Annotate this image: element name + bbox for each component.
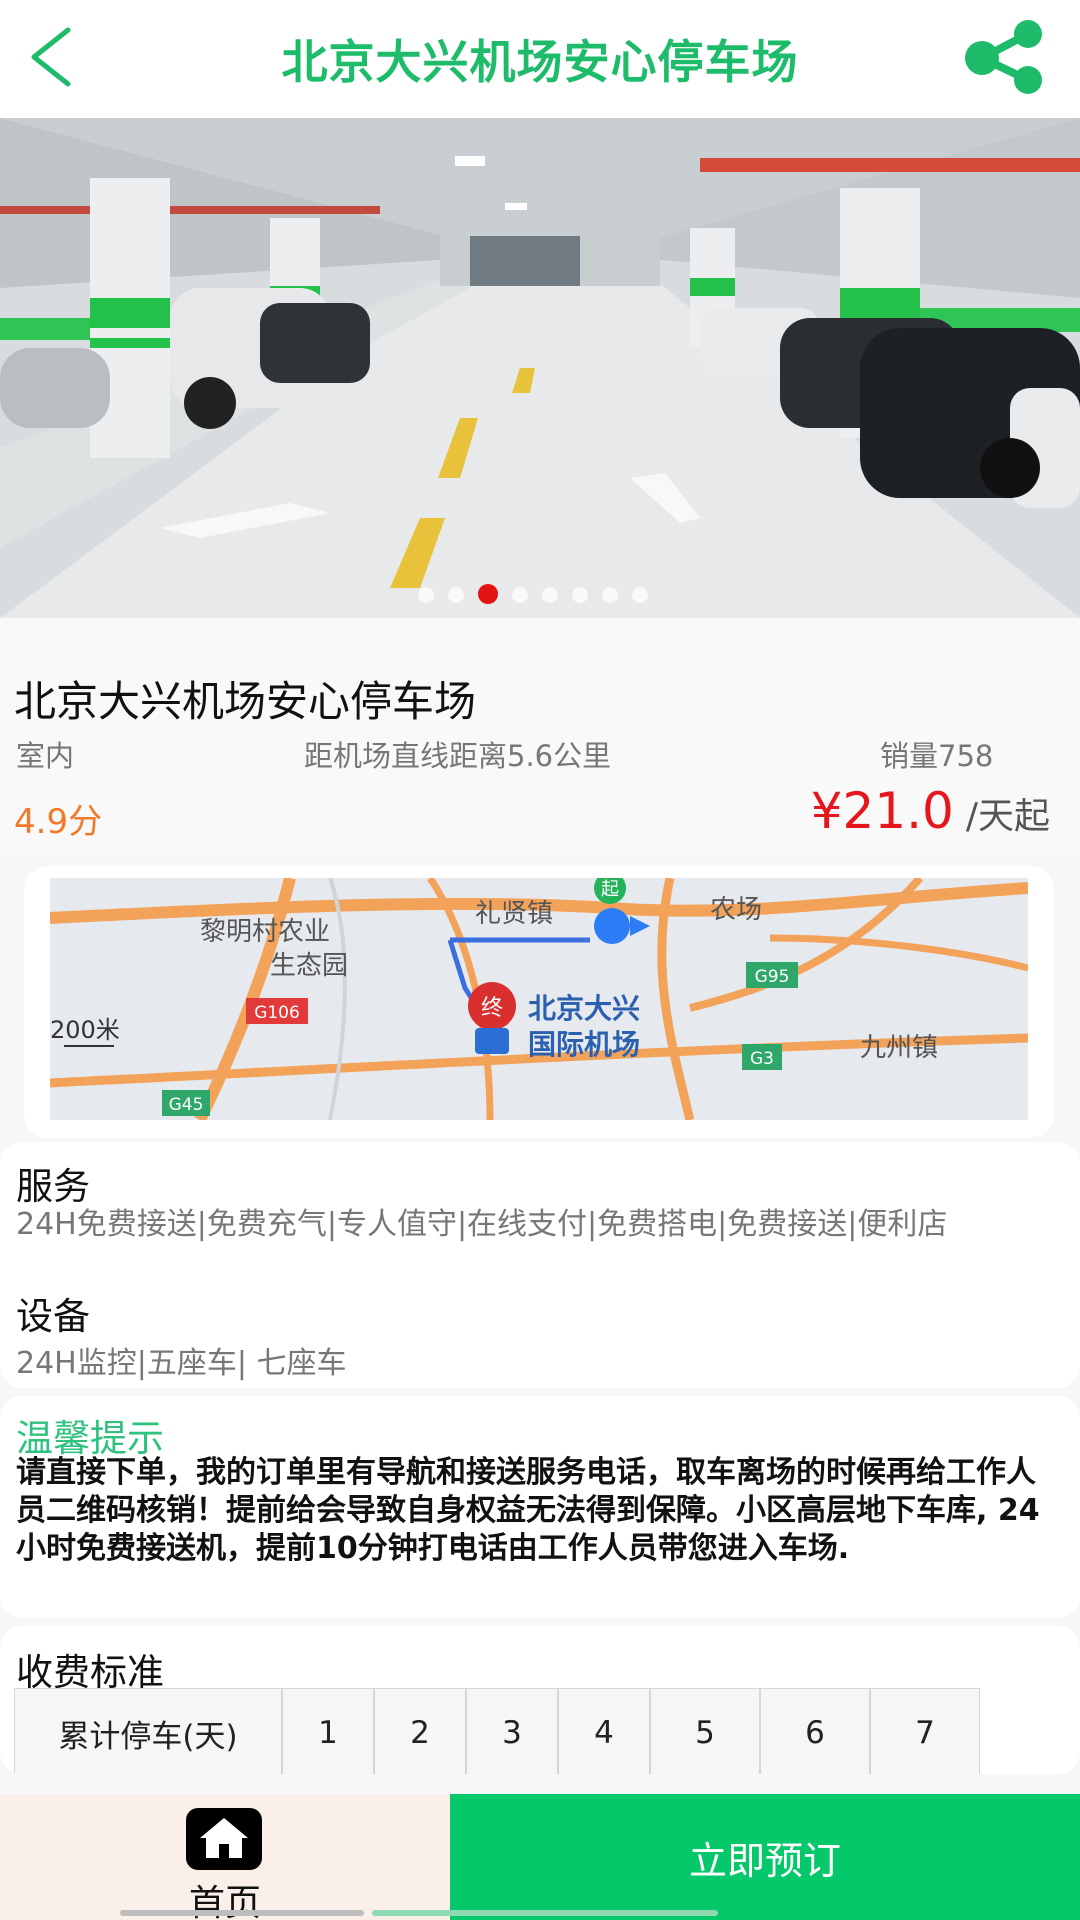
carousel-dot[interactable]	[418, 587, 434, 603]
map-label-airport2: 国际机场	[528, 1028, 640, 1061]
map-card[interactable]: 起 终 黎明村农业 生态园 礼贤镇 农场 九州镇 北京大兴 国际机场 200米 …	[24, 866, 1054, 1138]
top-bar: 北京大兴机场安心停车场	[0, 0, 1080, 118]
fee-section: 收费标准 累计停车(天) 1 2 3 4 5 6 7	[0, 1626, 1080, 1774]
carousel-dot[interactable]	[572, 587, 588, 603]
service-items: 24H免费接送|免费充气|专人值守|在线支付|免费搭电|免费接送|便利店	[16, 1207, 948, 1242]
carousel-indicator	[418, 584, 648, 604]
gesture-bar	[372, 1910, 718, 1916]
fee-day-cell: 4	[558, 1688, 650, 1774]
map-label-village: 黎明村农业	[200, 917, 330, 947]
service-title: 服务	[16, 1165, 90, 1208]
bottom-bar: 首页 立即预订	[0, 1794, 1080, 1920]
fee-day-cell: 1	[282, 1688, 374, 1774]
carousel-dot[interactable]	[512, 587, 528, 603]
equipment-items: 24H监控|五座车| 七座车	[16, 1346, 347, 1381]
fee-day-cell: 7	[870, 1688, 980, 1774]
lot-rating: 4.9分	[14, 802, 103, 842]
fee-day-cell: 2	[374, 1688, 466, 1774]
lot-name: 北京大兴机场安心停车场	[14, 677, 477, 726]
map-image: 起 终 黎明村农业 生态园 礼贤镇 农场 九州镇 北京大兴 国际机场 200米 …	[50, 878, 1028, 1120]
map-label-town1: 礼贤镇	[475, 899, 553, 929]
carousel-dot[interactable]	[602, 587, 618, 603]
map-label-airport1: 北京大兴	[528, 992, 640, 1025]
carousel-dot[interactable]	[448, 587, 464, 603]
back-button[interactable]	[22, 22, 92, 92]
home-icon	[186, 1808, 262, 1870]
fee-header-label: 累计停车(天)	[14, 1688, 282, 1774]
road-badge-g45: G45	[169, 1095, 204, 1115]
lot-price: ¥21.0/天起	[811, 782, 1050, 840]
road-badge-g106: G106	[254, 1003, 300, 1023]
price-unit: /天起	[965, 796, 1050, 837]
start-marker-label: 起	[601, 879, 619, 900]
tips-text: 请直接下单，我的订单里有导航和接送服务电话，取车离场的时候再给工作人员二维码核销…	[16, 1455, 1040, 1566]
carousel-dot[interactable]	[632, 587, 648, 603]
lot-type: 室内	[16, 739, 75, 773]
carousel-dot[interactable]	[542, 587, 558, 603]
share-button[interactable]	[960, 20, 1050, 94]
end-marker-label: 终	[481, 996, 503, 1021]
fee-day-cell: 3	[466, 1688, 558, 1774]
fee-day-cell: 6	[760, 1688, 870, 1774]
page-title: 北京大兴机场安心停车场	[281, 35, 799, 89]
lot-sales: 销量758	[880, 739, 994, 773]
home-button[interactable]: 首页	[0, 1794, 450, 1920]
share-icon	[965, 20, 1042, 94]
chevron-left-icon	[31, 27, 71, 87]
map-label-village2: 生态园	[270, 951, 348, 981]
parking-garage-photo	[0, 118, 1080, 618]
carousel-dot[interactable]	[478, 584, 498, 604]
image-carousel[interactable]	[0, 118, 1080, 618]
price-value: ¥21.0	[810, 782, 954, 840]
service-section: 服务 24H免费接送|免费充气|专人值守|在线支付|免费搭电|免费接送|便利店 …	[0, 1142, 1080, 1388]
gesture-bar	[120, 1910, 364, 1916]
tips-section: 温馨提示 请直接下单，我的订单里有导航和接送服务电话，取车离场的时候再给工作人员…	[0, 1396, 1080, 1618]
route-map[interactable]: 起 终 黎明村农业 生态园 礼贤镇 农场 九州镇 北京大兴 国际机场 200米 …	[50, 878, 1028, 1120]
lot-distance: 距机场直线距离5.6公里	[304, 739, 612, 773]
map-scale: 200米	[50, 1016, 120, 1044]
road-badge-g3: G3	[750, 1049, 774, 1069]
fee-table-header: 累计停车(天) 1 2 3 4 5 6 7	[14, 1688, 980, 1774]
book-now-button[interactable]: 立即预订	[450, 1794, 1080, 1920]
lot-info: 北京大兴机场安心停车场 室内 距机场直线距离5.6公里 销量758 4.9分 ¥…	[0, 618, 1080, 858]
road-badge-g95: G95	[755, 967, 790, 987]
fee-day-cell: 5	[650, 1688, 760, 1774]
equipment-title: 设备	[16, 1295, 90, 1338]
map-label-farm: 农场	[710, 895, 762, 925]
map-label-town2: 九州镇	[860, 1033, 938, 1063]
